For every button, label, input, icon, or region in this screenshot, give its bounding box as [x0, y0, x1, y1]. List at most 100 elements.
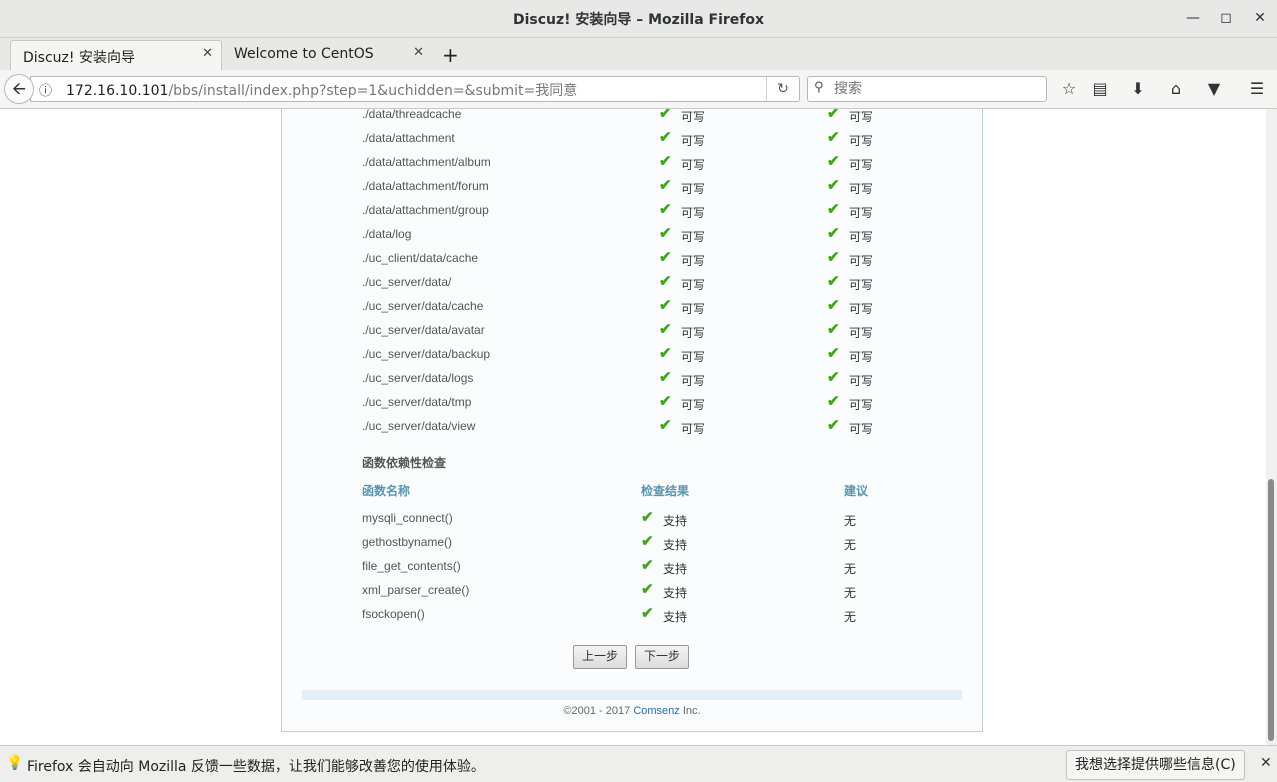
check-icon: ✔: [641, 509, 654, 526]
directory-path: ./uc_server/data/avatar: [362, 323, 485, 337]
back-icon[interactable]: 🡨: [4, 74, 34, 104]
directory-path: ./data/attachment/forum: [362, 179, 489, 193]
check-icon: ✔: [827, 153, 840, 170]
check-icon: ✔: [827, 177, 840, 194]
window-title: Discuz! 安装向导 – Mozilla Firefox: [512, 12, 765, 28]
function-name: gethostbyname(): [362, 535, 453, 549]
function-result: 支持: [663, 610, 688, 624]
current-status: 可写: [681, 134, 706, 148]
function-row: gethostbyname() ✔ 支持 无: [362, 532, 882, 552]
close-window-icon[interactable]: ✕: [1251, 9, 1269, 27]
nav-toolbar: ⓘ 172.16.10.101/bbs/install/index.php?st…: [0, 70, 1277, 109]
close-notification-icon[interactable]: ✕: [1260, 755, 1272, 771]
check-icon: ✔: [659, 369, 672, 386]
current-status: 可写: [681, 182, 706, 196]
current-status: 可写: [681, 350, 706, 364]
directory-row: ./uc_server/data/avatar ✔ 可写 ✔ 可写: [362, 320, 882, 340]
required-status: 可写: [849, 374, 874, 388]
required-status: 可写: [849, 254, 874, 268]
pocket-icon[interactable]: ▼: [1203, 78, 1225, 100]
check-icon: ✔: [827, 369, 840, 386]
bookmark-star-icon[interactable]: ☆: [1058, 78, 1080, 100]
current-status: 可写: [681, 374, 706, 388]
minimize-icon[interactable]: —: [1184, 9, 1202, 27]
directory-path: ./data/attachment: [362, 131, 455, 145]
close-tab-icon[interactable]: ✕: [413, 45, 424, 60]
url-bar[interactable]: ⓘ 172.16.10.101/bbs/install/index.php?st…: [30, 76, 800, 102]
data-reporting-notification: 💡 Firefox 会自动向 Mozilla 反馈一些数据，让我们能够改善您的使…: [0, 745, 1277, 782]
function-suggestion: 无: [844, 610, 857, 624]
check-icon: ✔: [641, 533, 654, 550]
function-suggestion: 无: [844, 514, 857, 528]
check-icon: ✔: [827, 249, 840, 266]
suggestion-header: 建议: [844, 484, 869, 498]
directory-row: ./uc_server/data/ ✔ 可写 ✔ 可写: [362, 272, 882, 292]
function-name: fsockopen(): [362, 607, 425, 621]
check-icon: ✔: [659, 417, 672, 434]
function-row: fsockopen() ✔ 支持 无: [362, 604, 882, 624]
choose-data-button[interactable]: 我想选择提供哪些信息(C): [1066, 750, 1245, 780]
check-icon: ✔: [659, 177, 672, 194]
check-icon: ✔: [659, 109, 672, 122]
comsenz-link[interactable]: Comsenz: [633, 705, 679, 717]
notification-message: Firefox 会自动向 Mozilla 反馈一些数据，让我们能够改善您的使用体…: [27, 759, 485, 775]
maximize-icon[interactable]: ◻: [1217, 9, 1235, 27]
new-tab-icon[interactable]: +: [442, 43, 459, 67]
current-status: 可写: [681, 206, 706, 220]
check-icon: ✔: [827, 297, 840, 314]
url-text[interactable]: 172.16.10.101/bbs/install/index.php?step…: [66, 80, 577, 100]
current-status: 可写: [681, 326, 706, 340]
required-status: 可写: [849, 350, 874, 364]
check-icon: ✔: [827, 273, 840, 290]
current-status: 可写: [681, 254, 706, 268]
required-status: 可写: [849, 302, 874, 316]
lightbulb-icon: 💡: [6, 755, 24, 771]
check-icon: ✔: [659, 393, 672, 410]
check-icon: ✔: [659, 321, 672, 338]
directory-row: ./uc_server/data/logs ✔ 可写 ✔ 可写: [362, 368, 882, 388]
directory-row: ./uc_server/data/view ✔ 可写 ✔ 可写: [362, 416, 882, 436]
check-icon: ✔: [659, 129, 672, 146]
tab-strip: Discuz! 安装向导 ✕ Welcome to CentOS ✕ +: [0, 38, 1277, 71]
current-status: 可写: [681, 278, 706, 292]
directory-path: ./data/threadcache: [362, 109, 462, 121]
current-status: 可写: [681, 230, 706, 244]
close-tab-icon[interactable]: ✕: [202, 46, 213, 61]
window-titlebar: Discuz! 安装向导 – Mozilla Firefox — ◻ ✕: [0, 0, 1277, 38]
check-icon: ✔: [827, 321, 840, 338]
required-status: 可写: [849, 278, 874, 292]
directory-row: ./uc_server/data/cache ✔ 可写 ✔ 可写: [362, 296, 882, 316]
reader-view-icon[interactable]: ▤: [1089, 78, 1111, 100]
function-result: 支持: [663, 514, 688, 528]
required-status: 可写: [849, 422, 874, 436]
current-status: 可写: [681, 302, 706, 316]
menu-icon[interactable]: ☰: [1246, 78, 1268, 100]
directory-path: ./uc_client/data/cache: [362, 251, 479, 265]
next-step-button[interactable]: 下一步: [635, 645, 690, 669]
search-input[interactable]: [832, 79, 1036, 99]
check-icon: ✔: [827, 225, 840, 242]
current-status: 可写: [681, 110, 706, 124]
check-icon: ✔: [659, 225, 672, 242]
tab-discuz-install[interactable]: Discuz! 安装向导 ✕: [10, 40, 222, 71]
home-icon[interactable]: ⌂: [1165, 78, 1187, 100]
required-status: 可写: [849, 134, 874, 148]
current-status: 可写: [681, 422, 706, 436]
tab-welcome-centos[interactable]: Welcome to CentOS ✕: [222, 40, 432, 70]
check-icon: ✔: [659, 297, 672, 314]
info-icon[interactable]: ⓘ: [39, 80, 52, 99]
scrollbar-thumb[interactable]: [1268, 479, 1274, 741]
downloads-icon[interactable]: ⬇: [1127, 78, 1149, 100]
directory-row: ./uc_client/data/cache ✔ 可写 ✔ 可写: [362, 248, 882, 268]
vertical-scrollbar[interactable]: [1266, 109, 1277, 745]
tab-label: Discuz! 安装向导: [23, 50, 135, 66]
footer-divider: [302, 690, 962, 700]
directory-path: ./uc_server/data/tmp: [362, 395, 472, 409]
function-name-header: 函数名称: [362, 484, 411, 498]
directory-path: ./uc_server/data/backup: [362, 347, 491, 361]
search-bar[interactable]: ⚲: [807, 76, 1047, 102]
directory-row: ./data/threadcache ✔ 可写 ✔ 可写: [362, 109, 882, 124]
page-viewport[interactable]: ./data/threadcache ✔ 可写 ✔ 可写 ./data/attachmen…: [0, 109, 1266, 745]
prev-step-button[interactable]: 上一步: [573, 645, 628, 669]
reload-icon[interactable]: ↻: [766, 77, 799, 101]
